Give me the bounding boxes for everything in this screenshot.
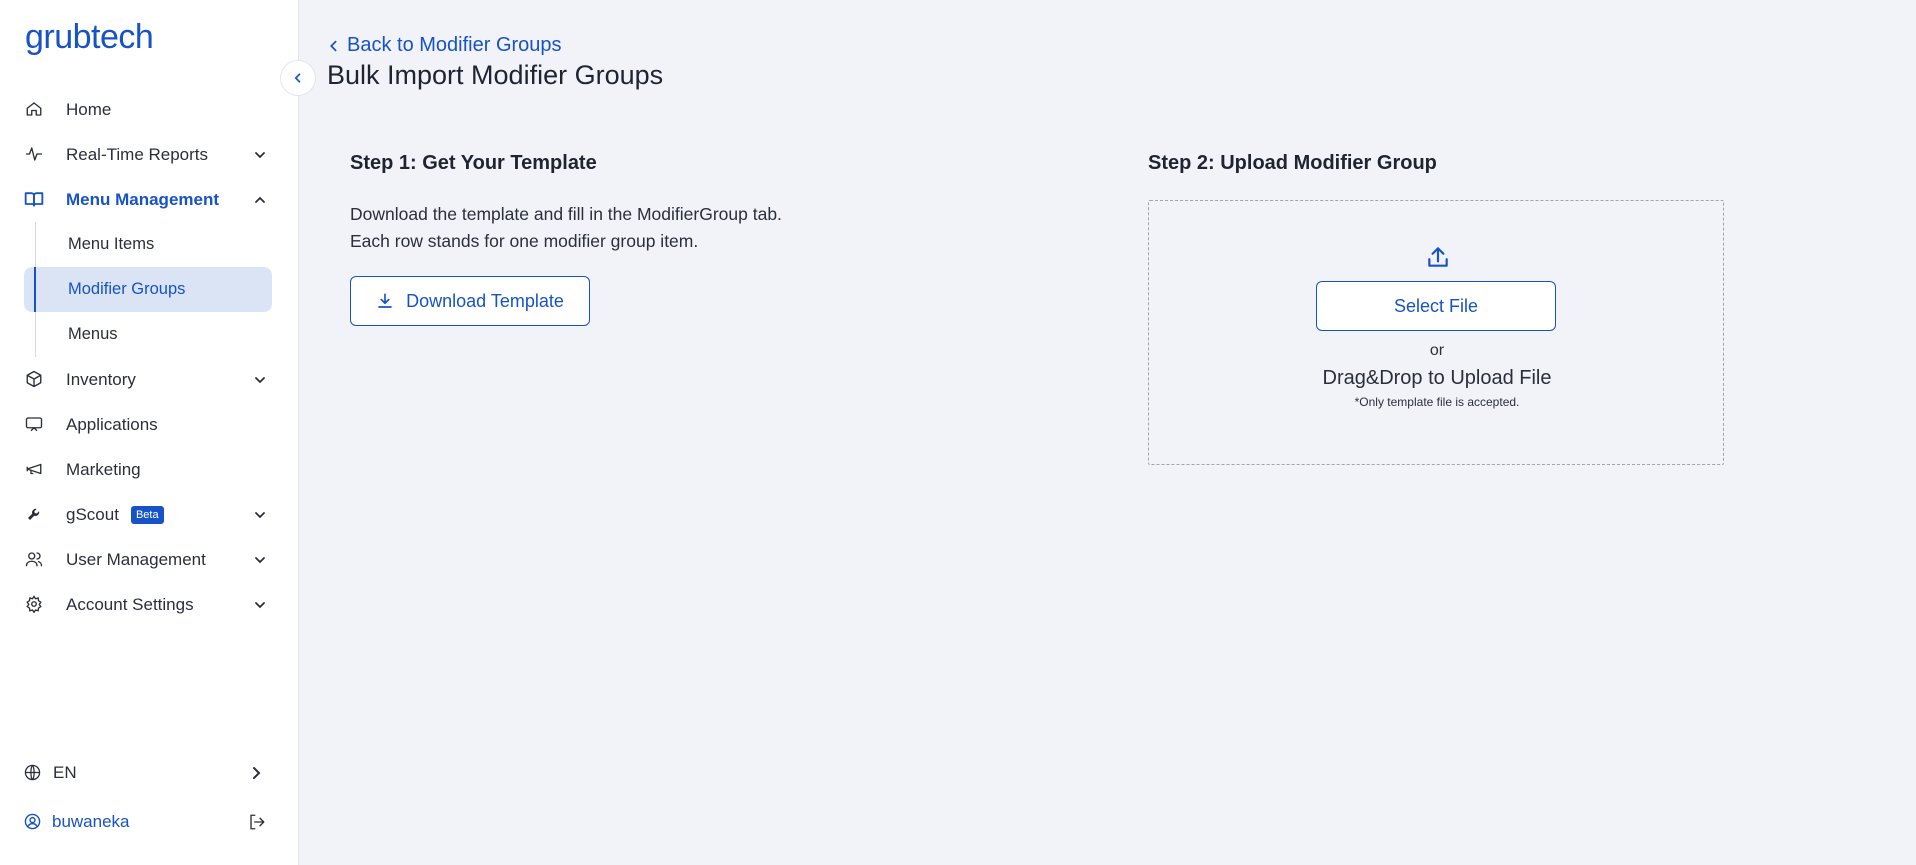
beta-badge: Beta	[130, 505, 164, 524]
download-template-button[interactable]: Download Template	[350, 276, 590, 326]
sidebar-subitem-menu-items[interactable]: Menu Items	[0, 222, 299, 267]
sidebar-item-home[interactable]: Home	[0, 87, 299, 132]
upload-icon	[1428, 247, 1448, 267]
brand-logo[interactable]: grubtech	[25, 18, 154, 57]
step1-section: Step 1: Get Your Template Download the t…	[350, 152, 1110, 326]
step1-desc-line1: Download the template and fill in the Mo…	[350, 204, 782, 224]
or-text: or	[1429, 342, 1445, 359]
sidebar-item-label: Marketing	[66, 459, 141, 479]
username: buwaneka	[52, 812, 130, 831]
sidebar-item-real-time-reports[interactable]: Real-Time Reports	[0, 132, 299, 177]
globe-icon	[24, 764, 41, 786]
book-icon	[24, 189, 44, 209]
download-icon	[378, 293, 392, 308]
sidebar-item-account-settings[interactable]: Account Settings	[0, 582, 299, 627]
page-title: Bulk Import Modifier Groups	[327, 60, 664, 90]
chevron-down-icon[interactable]	[252, 507, 268, 523]
main-content: Back to Modifier Groups Bulk Import Modi…	[300, 0, 1916, 865]
sidebar-item-marketing[interactable]: Marketing	[0, 447, 299, 492]
gear-icon	[24, 594, 44, 614]
sidebar-subitem-label: Menu Items	[68, 235, 155, 253]
sidebar: grubtech Home Real-Time Reports Menu Man…	[0, 0, 299, 865]
box-icon	[24, 369, 44, 389]
menu-management-submenu: Menu Items Modifier Groups Menus	[0, 222, 299, 357]
sidebar-nav: Home Real-Time Reports Menu Management M…	[0, 87, 299, 627]
step2-title: Step 2: Upload Modifier Group	[1148, 152, 1437, 174]
activity-icon	[24, 144, 44, 164]
sidebar-item-user-management[interactable]: User Management	[0, 537, 299, 582]
download-template-label: Download Template	[406, 290, 564, 311]
chevron-left-icon	[294, 73, 301, 83]
drag-drop-text: Drag&Drop to Upload File	[1322, 367, 1552, 389]
chevron-down-icon[interactable]	[252, 597, 268, 613]
language-label: EN	[53, 763, 77, 782]
sidebar-item-label: gScout	[66, 504, 119, 524]
chevron-down-icon[interactable]	[252, 372, 268, 388]
file-dropzone[interactable]: Select File or Drag&Drop to Upload File …	[1148, 200, 1724, 465]
step1-desc-line2: Each row stands for one modifier group i…	[350, 231, 699, 251]
sidebar-item-label: Inventory	[66, 369, 136, 389]
chevron-right-icon[interactable]	[248, 765, 264, 781]
sidebar-item-label: Real-Time Reports	[66, 144, 209, 164]
sidebar-item-label: Account Settings	[66, 594, 194, 614]
select-file-button[interactable]: Select File	[1316, 281, 1556, 331]
chevron-down-icon[interactable]	[252, 147, 268, 163]
monitor-icon	[24, 414, 44, 434]
back-to-modifier-groups-link[interactable]: Back to Modifier Groups	[327, 34, 562, 57]
template-only-note: *Only template file is accepted.	[1354, 395, 1520, 409]
language-selector[interactable]: EN	[0, 755, 299, 791]
chevron-left-icon	[330, 40, 337, 51]
users-icon	[24, 549, 44, 569]
step1-description: Download the template and fill in the Mo…	[350, 201, 1110, 255]
sidebar-item-label: Applications	[66, 414, 158, 434]
home-icon	[24, 99, 44, 119]
logout-icon[interactable]	[248, 813, 266, 831]
wrench-icon	[24, 504, 44, 524]
step2-section: Step 2: Upload Modifier Group Select Fil…	[1148, 152, 1724, 465]
step1-title: Step 1: Get Your Template	[350, 152, 597, 174]
sidebar-collapse-button[interactable]	[280, 60, 316, 96]
chevron-up-icon[interactable]	[252, 192, 268, 208]
chevron-down-icon[interactable]	[252, 552, 268, 568]
sidebar-item-label: Menu Management	[66, 189, 220, 209]
sidebar-subitem-modifier-groups[interactable]: Modifier Groups	[24, 267, 272, 312]
sidebar-subitem-label: Menus	[68, 325, 118, 343]
sidebar-item-applications[interactable]: Applications	[0, 402, 299, 447]
sidebar-item-menu-management[interactable]: Menu Management	[0, 177, 299, 222]
user-circle-icon	[24, 813, 41, 835]
user-profile[interactable]: buwaneka	[0, 804, 299, 840]
sidebar-item-label: Home	[66, 99, 112, 119]
sidebar-subitem-menus[interactable]: Menus	[0, 312, 299, 357]
megaphone-icon	[24, 459, 44, 479]
sidebar-item-label: User Management	[66, 549, 206, 569]
sidebar-item-gscout[interactable]: gScout Beta	[0, 492, 299, 537]
sidebar-subitem-label: Modifier Groups	[68, 280, 186, 298]
back-link-label: Back to Modifier Groups	[347, 34, 562, 56]
sidebar-item-inventory[interactable]: Inventory	[0, 357, 299, 402]
